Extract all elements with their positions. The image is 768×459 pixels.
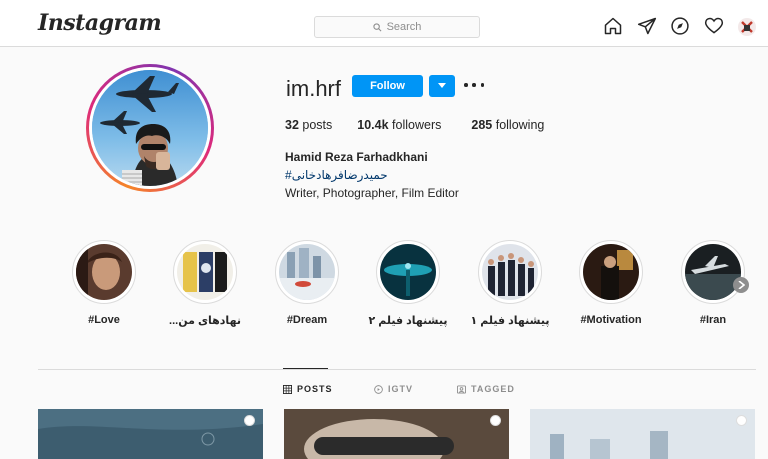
post-thumbnail[interactable] xyxy=(38,409,263,459)
direct-icon[interactable] xyxy=(637,16,657,36)
highlight-cover xyxy=(685,244,741,300)
search-icon xyxy=(372,22,382,31)
following-count: 285 xyxy=(471,118,493,132)
profile-stats: 32 posts 10.4k followers 285 following xyxy=(285,118,544,132)
profile-username: im.hrf xyxy=(286,76,341,101)
active-tab-indicator xyxy=(283,368,328,369)
search-input[interactable]: Search xyxy=(314,16,480,38)
follow-button[interactable]: Follow xyxy=(352,75,423,97)
profile-bio: Writer, Photographer, Film Editor xyxy=(285,186,459,200)
followers-stat[interactable]: 10.4k followers xyxy=(357,118,441,132)
highlight-label: #Iran xyxy=(699,314,727,326)
tab-igtv[interactable]: IGTV xyxy=(374,384,413,394)
highlight-label: #Motivation xyxy=(580,314,642,326)
highlight-cover xyxy=(76,244,132,300)
highlight-label: #Dream xyxy=(286,314,328,326)
followers-count: 10.4k xyxy=(357,118,389,132)
highlight-cover xyxy=(482,244,538,300)
chevron-down-icon xyxy=(438,83,446,88)
highlight-item[interactable]: پیشنهاد فیلم ۲ xyxy=(369,240,447,327)
highlight-label: پیشنهاد فیلم ۲ xyxy=(368,315,448,327)
igtv-icon xyxy=(374,384,383,394)
posts-label: posts xyxy=(302,118,333,132)
top-navigation-bar: Instagram Search xyxy=(0,0,768,47)
post-thumbnail[interactable] xyxy=(530,409,755,459)
highlight-cover xyxy=(583,244,639,300)
highlight-cover xyxy=(177,244,233,300)
igtv-badge-icon xyxy=(490,415,501,426)
highlight-cover xyxy=(380,244,436,300)
more-dot-icon xyxy=(472,83,476,87)
highlight-item[interactable]: ...نهادهای من xyxy=(169,240,241,327)
explore-icon[interactable] xyxy=(670,16,690,36)
highlight-item[interactable]: پیشنهاد فیلم ۱ xyxy=(471,240,549,327)
tab-posts[interactable]: POSTS xyxy=(283,384,333,394)
posts-count: 32 xyxy=(285,118,299,132)
profile-full-name: Hamid Reza Farhadkhani xyxy=(285,150,428,164)
tagged-icon xyxy=(457,384,466,394)
tab-tagged[interactable]: TAGGED xyxy=(457,384,515,394)
profile-avatar[interactable] xyxy=(738,18,756,36)
igtv-badge-icon xyxy=(736,415,747,426)
highlight-cover xyxy=(279,244,335,300)
posts-stat: 32 posts xyxy=(285,118,332,132)
suggested-dropdown-button[interactable] xyxy=(429,75,455,97)
tab-tagged-label: TAGGED xyxy=(471,384,515,394)
chevron-right-icon xyxy=(738,281,745,289)
highlight-label: پیشنهاد فیلم ۱ xyxy=(470,315,550,327)
more-dot-icon xyxy=(464,83,468,87)
highlight-label: #Love xyxy=(88,314,120,326)
story-highlights: #Love ...نهادهای من #Dream پیشنهاد فیلم … xyxy=(0,240,768,330)
bio-hashtag-link[interactable]: #حمیدرضافرهادخانی xyxy=(285,168,388,182)
highlight-item[interactable]: #Dream xyxy=(275,240,339,326)
igtv-badge-icon xyxy=(244,415,255,426)
post-thumbnail[interactable] xyxy=(284,409,509,459)
following-label: following xyxy=(495,118,545,132)
highlights-next-button[interactable] xyxy=(733,277,749,293)
search-placeholder: Search xyxy=(386,21,422,33)
profile-picture[interactable] xyxy=(86,64,214,192)
more-dot-icon xyxy=(480,83,484,87)
followers-label: followers xyxy=(392,118,442,132)
grid-icon xyxy=(283,384,292,394)
tabs-divider xyxy=(38,369,756,370)
instagram-logo[interactable]: Instagram xyxy=(38,10,162,36)
highlight-label: ...نهادهای من xyxy=(169,315,241,327)
highlight-item[interactable]: #Love xyxy=(72,240,136,326)
activity-heart-icon[interactable] xyxy=(704,16,724,36)
more-options-button[interactable] xyxy=(464,78,484,92)
tab-posts-label: POSTS xyxy=(297,384,333,394)
tab-igtv-label: IGTV xyxy=(388,384,414,394)
home-icon[interactable] xyxy=(603,16,623,36)
following-stat[interactable]: 285 following xyxy=(471,118,544,132)
highlight-item[interactable]: #Motivation xyxy=(579,240,643,326)
